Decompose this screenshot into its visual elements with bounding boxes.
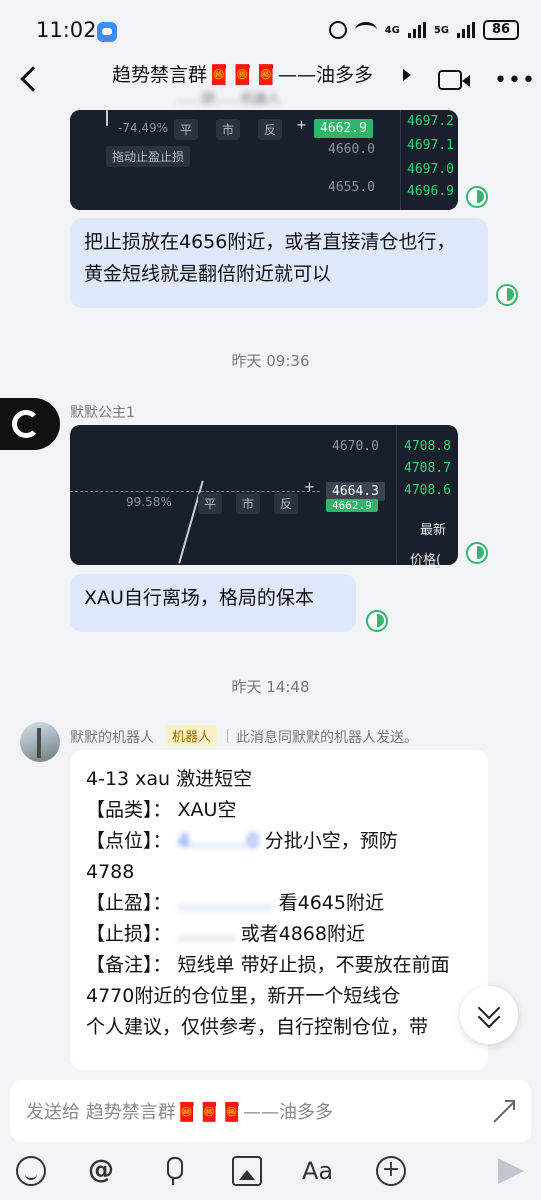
input-area: 发送给 趋势禁言群🧧🧧🧧——油多多 @ Aa + <box>0 1070 541 1200</box>
chart-tp-sl-label[interactable]: 拖动止盈止损 <box>106 146 191 167</box>
chart-screenshot-2[interactable]: 4670.0 99.58% 平 市 反 + 4664.3 4662.9 4708… <box>70 425 458 565</box>
chart-plus-icon[interactable]: + <box>304 480 315 495</box>
sender-name[interactable]: 默默的机器人 <box>70 727 154 747</box>
message-line: 个人建议，仅供参考，自行控制仓位，带 <box>86 1016 429 1038</box>
blurred-value: ……… <box>177 923 235 945</box>
chart-marker-price: 4662.9 <box>326 499 378 512</box>
title-arrow-icon[interactable] <box>403 69 411 81</box>
avatar[interactable] <box>20 722 60 762</box>
microphone-icon[interactable] <box>158 1156 188 1186</box>
timestamp: 昨天 14:48 <box>231 678 310 696</box>
message-bubble[interactable]: 把止损放在4656附近，或者直接清仓也行，黄金短线就是翻倍附近就可以 <box>70 218 488 308</box>
chart-current-price: 4662.9 <box>314 119 373 138</box>
price-dash-line <box>70 491 320 492</box>
field-label: 【止损】： <box>86 923 172 945</box>
emoji-icon[interactable] <box>16 1156 46 1186</box>
more-options-icon[interactable]: ••• <box>494 68 536 93</box>
chart-right-price: 4708.6 <box>404 483 451 498</box>
chart-right-price: 4696.9 <box>407 184 454 199</box>
back-icon[interactable] <box>20 66 46 92</box>
sender-note: 此消息同默默的机器人发送。 <box>236 730 418 746</box>
chart-tag-market[interactable]: 市 <box>216 119 241 140</box>
field-label: 【点位】： <box>86 830 172 852</box>
read-status-icon <box>366 610 388 632</box>
chart-plus-icon[interactable]: + <box>296 118 307 133</box>
read-status-icon <box>466 186 488 208</box>
message-line: 【止盈】： …………… 看4645附近 <box>86 888 472 919</box>
alarm-icon <box>328 21 347 39</box>
message-line: 【品类】： XAU空 <box>86 799 237 821</box>
send-icon[interactable] <box>498 1158 524 1184</box>
chart-side-label: 价格( <box>410 553 442 565</box>
font-format-icon[interactable]: Aa <box>302 1156 333 1186</box>
expand-icon[interactable] <box>493 1100 515 1122</box>
chart-tag-reverse[interactable]: 反 <box>274 493 299 514</box>
status-time: 11:02 <box>36 18 97 42</box>
input-placeholder: 发送给 趋势禁言群🧧🧧🧧——油多多 <box>26 1102 333 1123</box>
message-line: 【止损】： ……… 或者4868附近 <box>86 919 472 950</box>
chart-side-label: 最新 <box>420 523 447 538</box>
blurred-value: 4………0 <box>177 830 259 852</box>
network-4g-label: 4G <box>384 24 400 36</box>
sender-name[interactable]: 默默公主1 <box>70 402 135 422</box>
field-value: 或者4868附近 <box>240 923 365 945</box>
battery-indicator: 86 <box>483 20 519 40</box>
message-line: 4788 <box>86 861 135 883</box>
video-call-icon[interactable] <box>438 70 470 90</box>
field-value: 分批小空，预防 <box>264 830 398 852</box>
chart-tag-flat[interactable]: 平 <box>174 119 199 140</box>
network-5g-label: 5G <box>433 24 449 36</box>
timestamp: 昨天 09:36 <box>231 352 310 370</box>
chart-tag-reverse[interactable]: 反 <box>258 119 283 140</box>
chart-axis-price: 4655.0 <box>328 180 375 195</box>
blurred-value: …………… <box>177 892 273 914</box>
read-status-icon <box>496 284 518 306</box>
wifi-icon <box>354 22 377 38</box>
image-icon[interactable] <box>232 1156 262 1186</box>
divider <box>227 729 228 743</box>
chart-divider <box>396 425 397 565</box>
chart-right-price: 4697.0 <box>407 162 454 177</box>
chat-title[interactable]: 趋势禁言群🧧🧧🧧——油多多 <box>112 60 373 87</box>
chart-divider <box>400 110 401 210</box>
assistant-icon <box>12 410 40 438</box>
robot-badge: 机器人 <box>166 725 218 746</box>
field-label: 【止盈】： <box>86 892 172 914</box>
plus-icon[interactable]: + <box>376 1156 406 1186</box>
input-toolbar: @ Aa + <box>0 1152 541 1200</box>
message-line: 【点位】： 4………0 分批小空，预防 <box>86 826 472 857</box>
message-bubble[interactable]: XAU自行离场，格局的保本 <box>70 574 356 632</box>
scroll-to-bottom-button[interactable] <box>460 986 518 1044</box>
signal-icon <box>407 22 426 38</box>
chart-percent: 99.58% <box>126 495 172 509</box>
chart-tag-flat[interactable]: 平 <box>198 493 223 514</box>
chart-axis-price: 4660.0 <box>328 142 375 157</box>
message-notification-icon <box>97 22 117 42</box>
floating-assistant-button[interactable] <box>0 398 60 450</box>
message-line: 【备注】： 短线单 带好止损，不要放在前面4770附近的仓位里，新开一个短线仓 <box>86 954 450 1007</box>
chart-screenshot-1[interactable]: -74.49% 平 市 反 + 4662.9 4660.0 4655.0 拖动止… <box>70 110 458 210</box>
chart-right-price: 4697.1 <box>407 138 454 153</box>
mention-icon[interactable]: @ <box>86 1156 116 1186</box>
chart-right-price: 4708.8 <box>404 439 451 454</box>
chart-percent: -74.49% <box>118 121 169 135</box>
robot-message-bubble[interactable]: 4-13 xau 激进短空 【品类】： XAU空 【点位】： 4………0 分批小… <box>70 750 488 1070</box>
top-sender-name: ……顾……机器人 <box>176 92 281 107</box>
chart-tag-market[interactable]: 市 <box>236 493 261 514</box>
chart-right-price: 4708.7 <box>404 461 451 476</box>
message-input[interactable]: 发送给 趋势禁言群🧧🧧🧧——油多多 <box>10 1080 531 1142</box>
chart-axis-price: 4670.0 <box>332 439 379 454</box>
status-icons: 4G 5G 86 <box>328 20 519 40</box>
signal-icon-2 <box>457 22 475 38</box>
candle-wick <box>106 110 108 126</box>
read-status-icon <box>466 542 488 564</box>
chart-right-price: 4697.2 <box>407 114 454 129</box>
field-value: 看4645附近 <box>278 892 384 914</box>
message-line: 4-13 xau 激进短空 <box>86 768 253 790</box>
